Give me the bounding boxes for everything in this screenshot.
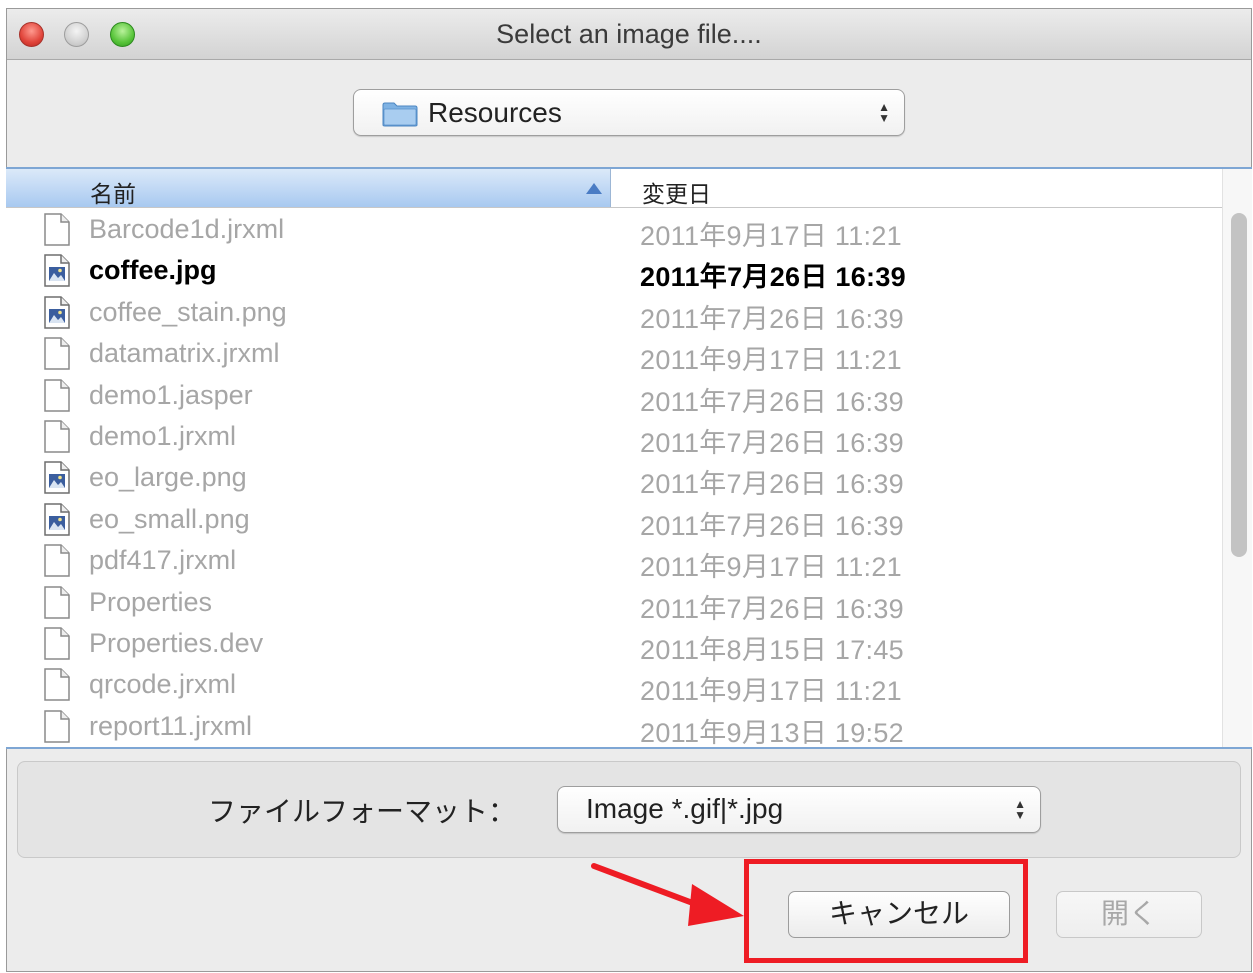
file-date: 2011年7月26日 16:39 bbox=[640, 262, 906, 293]
file-format-panel: ファイルフォーマット： Image *.gif|*.jpg ▲ ▼ bbox=[17, 761, 1241, 858]
document-icon bbox=[44, 627, 70, 660]
file-name: demo1.jrxml bbox=[89, 420, 237, 451]
open-button[interactable]: 開く bbox=[1056, 891, 1202, 938]
file-date: 2011年7月26日 16:39 bbox=[640, 593, 904, 624]
file-name: coffee.jpg bbox=[89, 255, 217, 286]
file-row[interactable]: eo_large.png 2011年7月26日 16:39 bbox=[6, 458, 1222, 499]
file-date: 2011年7月26日 16:39 bbox=[640, 386, 904, 417]
document-icon bbox=[44, 585, 70, 619]
file-name: demo1.jasper bbox=[89, 379, 253, 410]
file-name: coffee_stain.png bbox=[89, 296, 287, 327]
popup-arrows-icon: ▲ ▼ bbox=[878, 99, 890, 125]
image-file-icon bbox=[44, 502, 70, 536]
document-icon bbox=[44, 544, 70, 577]
document-icon bbox=[44, 709, 70, 743]
column-header-name[interactable]: 名前 bbox=[6, 169, 611, 207]
file-date: 2011年7月26日 16:39 bbox=[640, 469, 904, 500]
file-date: 2011年7月26日 16:39 bbox=[640, 427, 904, 458]
file-name: eo_small.png bbox=[89, 503, 250, 534]
location-label: Resources bbox=[428, 97, 562, 128]
file-row[interactable]: coffee.jpg 2011年7月26日 16:39 bbox=[6, 251, 1222, 292]
column-name-label: 名前 bbox=[90, 181, 136, 207]
file-row[interactable]: datamatrix.jrxml 2011年9月17日 11:21 bbox=[6, 334, 1222, 375]
file-name: qrcode.jrxml bbox=[89, 669, 237, 700]
column-header: 名前 変更日 bbox=[6, 169, 1222, 208]
annotation-highlight-box bbox=[744, 859, 1028, 963]
file-row[interactable]: demo1.jrxml 2011年7月26日 16:39 bbox=[6, 417, 1222, 458]
file-name: Properties bbox=[89, 586, 213, 617]
file-row[interactable]: demo1.jasper 2011年7月26日 16:39 bbox=[6, 376, 1222, 417]
title-bar[interactable]: Select an image file.... bbox=[7, 9, 1251, 60]
document-icon bbox=[44, 668, 70, 702]
file-name: Properties.dev bbox=[89, 627, 264, 658]
file-date: 2011年7月26日 16:39 bbox=[640, 510, 904, 541]
file-format-label: ファイルフォーマット： bbox=[208, 796, 517, 827]
document-icon bbox=[44, 213, 70, 246]
file-row[interactable]: coffee_stain.png 2011年7月26日 16:39 bbox=[6, 293, 1222, 334]
document-icon bbox=[44, 420, 70, 453]
image-file-icon bbox=[44, 254, 70, 288]
file-row[interactable]: qrcode.jrxml 2011年9月17日 11:21 bbox=[6, 665, 1222, 706]
window-title: Select an image file.... bbox=[496, 19, 762, 49]
file-row[interactable]: Properties.dev 2011年8月15日 17:45 bbox=[6, 624, 1222, 665]
file-name: eo_large.png bbox=[89, 462, 247, 493]
file-name: report11.jrxml bbox=[89, 710, 253, 741]
file-format-select[interactable]: Image *.gif|*.jpg ▲ ▼ bbox=[557, 786, 1041, 833]
file-name: datamatrix.jrxml bbox=[89, 338, 280, 369]
file-row[interactable]: Properties 2011年7月26日 16:39 bbox=[6, 583, 1222, 624]
file-row[interactable]: Barcode1d.jrxml 2011年9月17日 11:21 bbox=[6, 210, 1222, 251]
file-date: 2011年9月17日 11:21 bbox=[640, 345, 902, 376]
image-file-icon bbox=[44, 296, 70, 329]
location-popup[interactable]: Resources ▲ ▼ bbox=[353, 89, 905, 136]
file-date: 2011年9月17日 11:21 bbox=[640, 676, 902, 707]
file-date: 2011年7月26日 16:39 bbox=[640, 303, 904, 334]
scrollbar-thumb[interactable] bbox=[1231, 213, 1247, 557]
vertical-scrollbar[interactable] bbox=[1222, 169, 1252, 747]
file-row[interactable]: report11.jrxml 2011年9月13日 19:52 bbox=[6, 707, 1222, 748]
file-format-value: Image *.gif|*.jpg bbox=[586, 793, 784, 824]
file-name: pdf417.jrxml bbox=[89, 545, 237, 576]
document-icon bbox=[44, 378, 70, 412]
document-icon bbox=[44, 337, 70, 370]
image-file-icon bbox=[44, 461, 70, 495]
file-row[interactable]: eo_small.png 2011年7月26日 16:39 bbox=[6, 500, 1222, 541]
file-row[interactable]: pdf417.jrxml 2011年9月17日 11:21 bbox=[6, 541, 1222, 582]
file-list: Barcode1d.jrxml 2011年9月17日 11:21 coffee.… bbox=[6, 210, 1222, 748]
folder-icon bbox=[382, 102, 418, 127]
file-date: 2011年9月13日 19:52 bbox=[640, 717, 904, 748]
file-date: 2011年8月15日 17:45 bbox=[640, 634, 904, 665]
file-browser: 名前 変更日 Barcode1d.jrxml 2011年9月17日 11:21 … bbox=[6, 167, 1252, 749]
file-name: Barcode1d.jrxml bbox=[89, 214, 285, 244]
file-date: 2011年9月17日 11:21 bbox=[640, 221, 902, 251]
column-header-date[interactable]: 変更日 bbox=[611, 169, 1222, 207]
popup-arrows-icon: ▲ ▼ bbox=[1014, 796, 1026, 822]
annotation-arrow-icon bbox=[591, 863, 744, 926]
column-date-label: 変更日 bbox=[642, 181, 711, 207]
sort-ascending-icon bbox=[586, 183, 602, 194]
file-date: 2011年9月17日 11:21 bbox=[640, 552, 902, 583]
